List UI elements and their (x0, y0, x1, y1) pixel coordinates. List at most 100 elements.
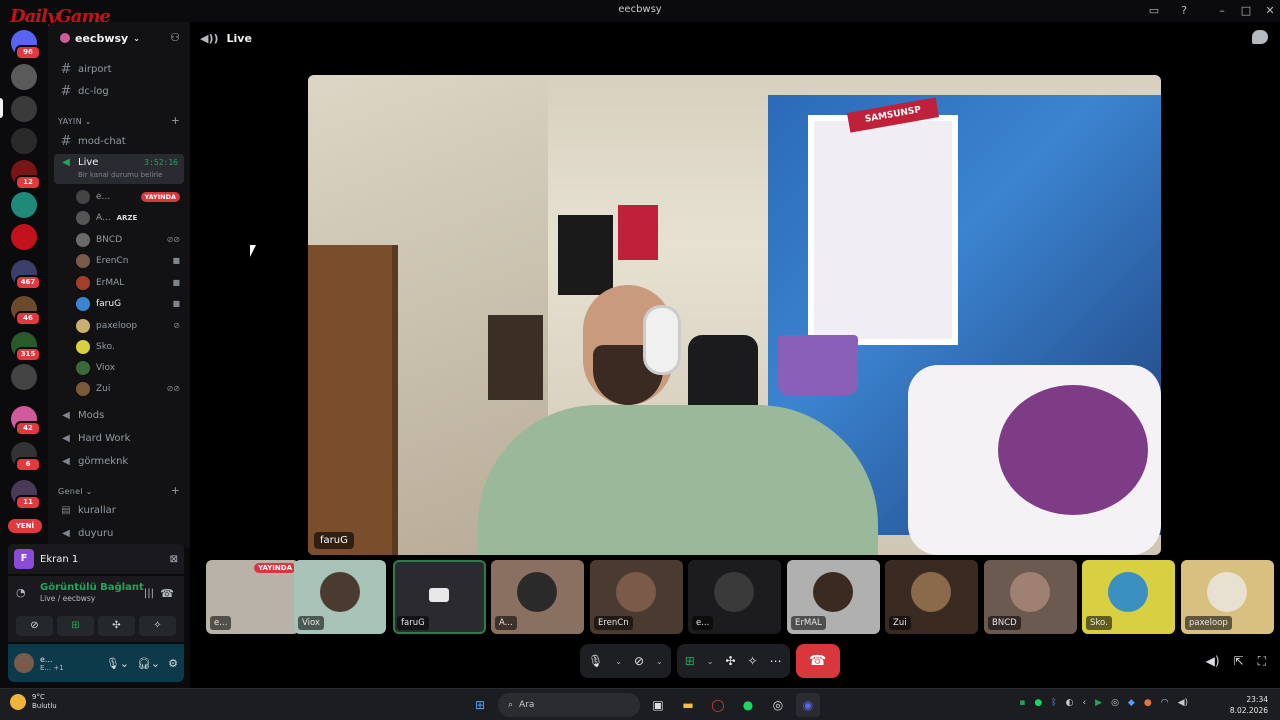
spotify-tray-icon[interactable]: ● (1034, 698, 1042, 708)
wifi-icon[interactable]: ◠ (1161, 698, 1169, 708)
participant-tile[interactable]: Viox (294, 560, 386, 634)
steam-tray-icon[interactable]: ◎ (1111, 698, 1119, 708)
participant-tile[interactable]: paxeloop (1181, 560, 1274, 634)
discord-icon[interactable]: ◉ (796, 693, 820, 717)
server-icon[interactable]: 12 (11, 160, 41, 190)
participant-tile[interactable]: Zui (885, 560, 978, 634)
participant-tile[interactable]: ErenCn (590, 560, 683, 634)
spotify-icon[interactable]: ● (736, 693, 760, 717)
participant-tile[interactable]: YAYINDA e... (206, 560, 299, 634)
voice-user[interactable]: Viox (76, 358, 180, 377)
voice-user[interactable]: paxeloop ⊘ (76, 316, 180, 335)
search-box[interactable]: ⌕ Ara (498, 693, 640, 717)
end-call-button[interactable]: ☎ (795, 644, 840, 678)
participant-tile[interactable]: ErMAL (787, 560, 880, 634)
maximize-button[interactable]: □ (1238, 3, 1254, 19)
microphone-tray-icon[interactable]: ● (1144, 698, 1152, 708)
tray-app-icon[interactable]: ▪ (1019, 698, 1025, 708)
add-member-icon[interactable]: ⚇ (170, 31, 180, 44)
voice-channel-hard-work[interactable]: ◀ Hard Work (54, 428, 184, 448)
server-folder[interactable]: 46 (11, 296, 41, 326)
share-screen-icon[interactable]: ⊞ (685, 654, 695, 668)
chat-icon[interactable] (1252, 30, 1268, 44)
server-folder[interactable]: 11 (11, 480, 41, 510)
activities-button[interactable]: ✣ (98, 616, 135, 636)
close-button[interactable]: ✕ (1262, 3, 1278, 19)
channel-live[interactable]: ◀ Live 3:52:16 Bir kanal durumu belirle (54, 154, 184, 184)
chevron-down-icon[interactable]: ⌄ (707, 657, 714, 666)
headphones-icon[interactable]: 🎧︎⌄ (137, 657, 160, 670)
clock[interactable]: 23:34 8.02.2026 (1230, 694, 1268, 716)
chevron-down-icon[interactable]: ⌄ (615, 657, 622, 666)
opera-icon[interactable]: ◯ (706, 693, 730, 717)
channel-status[interactable]: Bir kanal durumu belirle (78, 171, 162, 179)
tray-app-icon[interactable]: ▶ (1095, 698, 1102, 708)
camera-off-button[interactable]: ⊘ (16, 616, 53, 636)
camera-off-icon[interactable]: ⊘ (634, 654, 644, 668)
voice-user[interactable]: BNCD ⊘⊘ (76, 230, 180, 249)
server-folder[interactable]: 42 (11, 406, 41, 436)
category-genel[interactable]: Genel ⌄ (58, 487, 93, 496)
voice-user[interactable]: faruG ■ (76, 294, 180, 313)
soundboard-icon[interactable]: ✧ (748, 654, 758, 668)
server-icon[interactable] (11, 64, 37, 90)
volume-icon[interactable]: ◀) (1206, 654, 1220, 669)
tray-app-icon[interactable]: ◐ (1066, 698, 1074, 708)
server-folder[interactable] (11, 364, 37, 390)
noise-suppression-icon[interactable]: ||| (144, 588, 154, 599)
stop-share-icon[interactable]: ⊠ (170, 554, 178, 565)
task-view-icon[interactable]: ▣ (646, 693, 670, 717)
participant-tile[interactable]: Sko. (1082, 560, 1175, 634)
add-channel-icon[interactable]: + (171, 484, 180, 497)
chevron-left-icon[interactable]: ‹ (1083, 698, 1087, 708)
bluetooth-icon[interactable]: ᛒ (1051, 698, 1056, 708)
avatar[interactable] (14, 653, 34, 673)
server-folder[interactable]: 315 (11, 332, 41, 362)
participant-tile[interactable]: e... (688, 560, 781, 634)
voice-user[interactable]: ErMAL ■ (76, 273, 180, 292)
weather-widget[interactable]: 9°C Bulutlu (10, 693, 57, 711)
volume-tray-icon[interactable]: ◀) (1178, 698, 1188, 708)
soundboard-button[interactable]: ✧ (139, 616, 176, 636)
category-yayin[interactable]: YAYIN ⌄ (58, 117, 92, 126)
voice-user[interactable]: ErenCn ■ (76, 251, 180, 270)
chevron-down-icon[interactable]: ⌄ (656, 657, 663, 666)
new-servers-pill[interactable]: YENİ (8, 519, 42, 533)
server-icon[interactable] (11, 224, 37, 250)
help-icon[interactable]: ? (1176, 3, 1192, 19)
disconnect-icon[interactable]: ☎ (160, 587, 174, 600)
microphone-icon[interactable]: 🎙︎⌄ (106, 657, 129, 670)
voice-user[interactable]: Zui ⊘⊘ (76, 379, 180, 398)
connection-status[interactable]: Görüntülü Bağlant (40, 582, 176, 593)
share-screen-button[interactable]: ⊞ (57, 616, 94, 636)
voice-channel-gormeknk[interactable]: ◀ görmeknk (54, 451, 184, 471)
tray-app-icon[interactable]: ◆ (1128, 698, 1135, 708)
microphone-icon[interactable]: 🎙︎ (588, 654, 603, 668)
minimize-button[interactable]: – (1214, 3, 1230, 19)
channel-mod-chat[interactable]: # mod-chat (54, 131, 184, 151)
start-icon[interactable]: ⊞ (468, 693, 492, 717)
focused-video[interactable]: SAMSUNSP faruG (308, 75, 1161, 555)
server-folder[interactable]: 6 (11, 442, 41, 472)
participant-tile[interactable]: faruG (393, 560, 486, 634)
guild-header[interactable]: eecbwsy ⌄ ⚇ (48, 22, 190, 54)
add-channel-icon[interactable]: + (171, 114, 180, 127)
activities-icon[interactable]: ✣ (725, 654, 735, 668)
participant-tile[interactable]: A... (491, 560, 584, 634)
voice-user[interactable]: A... ARZE (76, 208, 180, 227)
channel-airport[interactable]: # airport (54, 59, 184, 79)
participant-tile[interactable]: BNCD (984, 560, 1077, 634)
fullscreen-icon[interactable]: ⛶ (1258, 654, 1266, 669)
more-icon[interactable]: ⋯ (770, 654, 782, 668)
server-icon[interactable] (11, 128, 37, 154)
popout-icon[interactable]: ⇱ (1234, 654, 1244, 669)
channel-duyuru[interactable]: ◀ duyuru (54, 523, 184, 543)
inbox-icon[interactable]: ▭ (1146, 3, 1162, 19)
voice-user[interactable]: Sko. (76, 337, 180, 356)
settings-gear-icon[interactable]: ⚙ (168, 657, 178, 670)
server-folder[interactable]: 467 (11, 260, 41, 290)
server-icon-eecbwsy[interactable] (11, 96, 37, 122)
channel-kurallar[interactable]: ▤ kurallar (54, 500, 184, 520)
steam-icon[interactable]: ◎ (766, 693, 790, 717)
channel-dc-log[interactable]: # dc-log (54, 81, 184, 101)
